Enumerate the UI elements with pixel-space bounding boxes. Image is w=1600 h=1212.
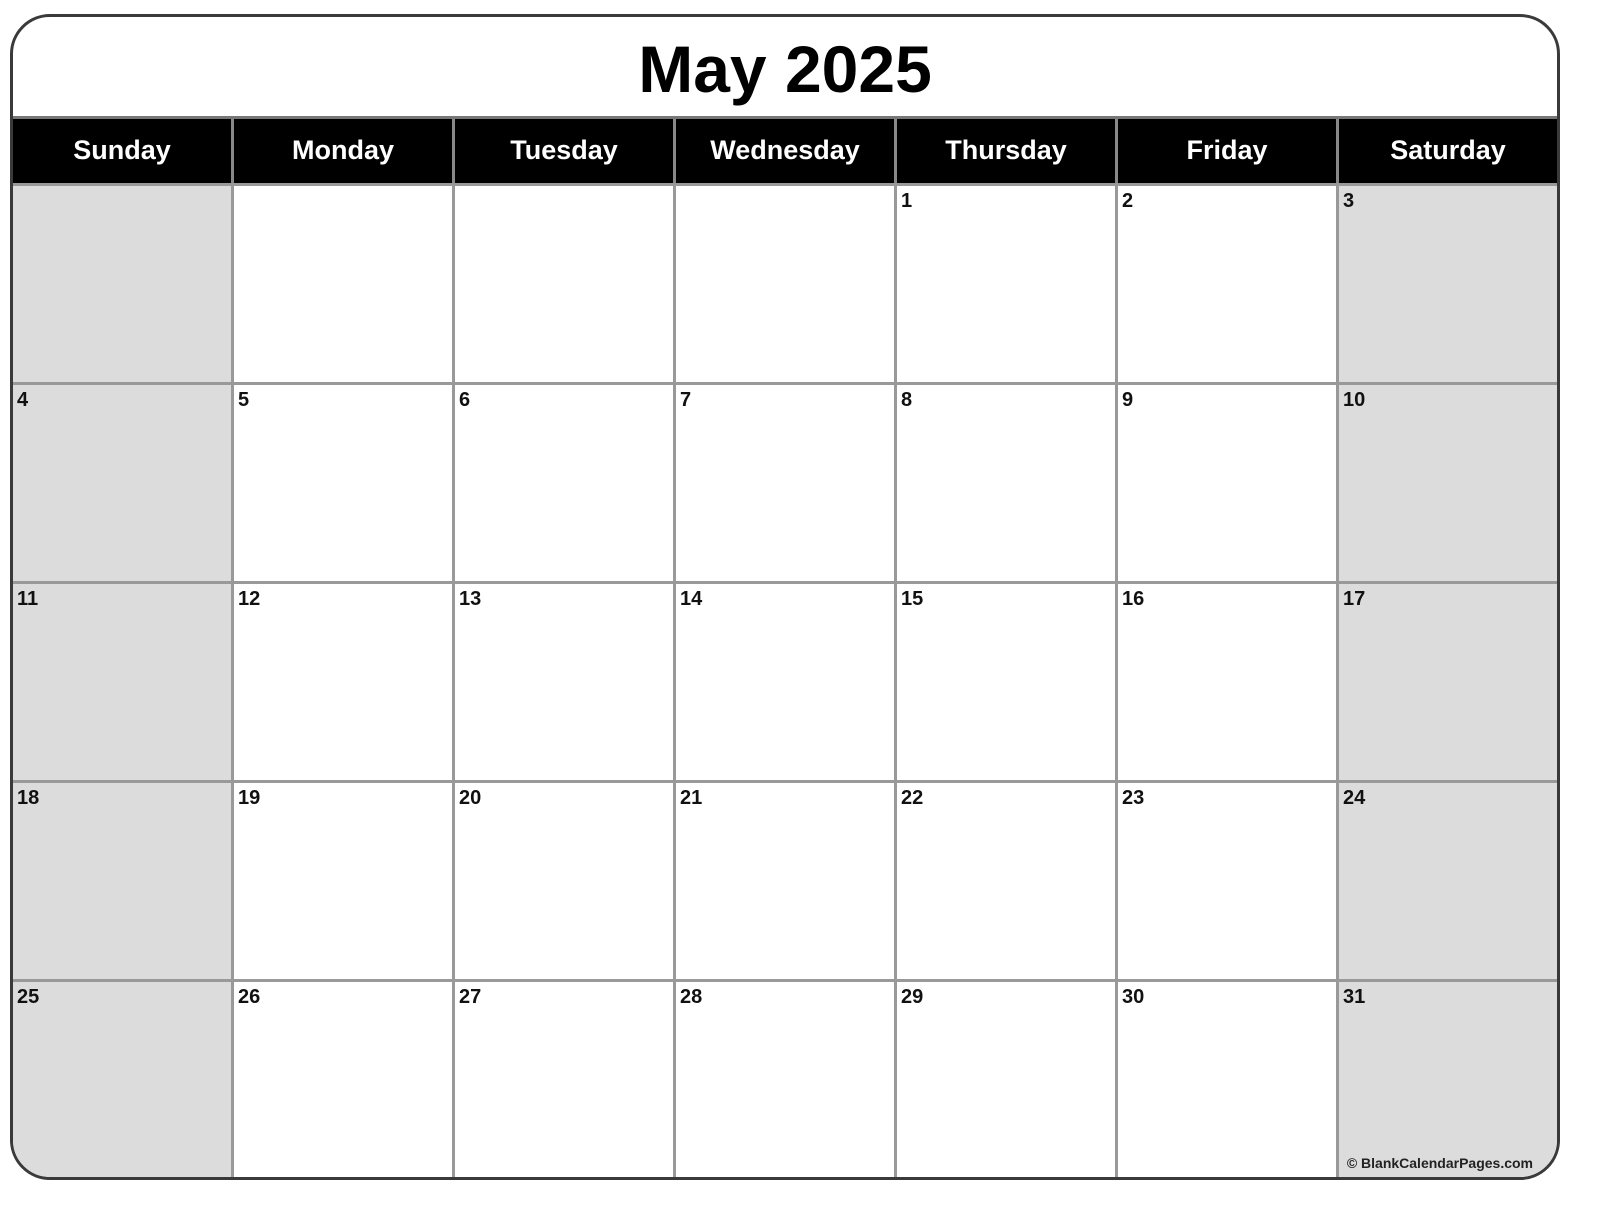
day-cell[interactable]: 22 — [894, 783, 1115, 979]
day-cell[interactable]: 5 — [231, 385, 452, 581]
weekday-saturday: Saturday — [1336, 119, 1557, 183]
week-row: 4 5 6 7 8 9 10 — [13, 382, 1557, 581]
day-cell[interactable]: 6 — [452, 385, 673, 581]
day-cell[interactable]: 28 — [673, 982, 894, 1177]
day-number: 9 — [1122, 389, 1134, 411]
day-number: 24 — [1343, 787, 1366, 809]
day-cell[interactable]: 24 — [1336, 783, 1557, 979]
day-number: 6 — [459, 389, 471, 411]
day-number: 10 — [1343, 389, 1366, 411]
day-number: 26 — [238, 986, 261, 1008]
day-number: 18 — [17, 787, 40, 809]
day-cell[interactable] — [452, 186, 673, 382]
day-number: 31 — [1343, 986, 1366, 1008]
day-number: 20 — [459, 787, 482, 809]
day-number: 17 — [1343, 588, 1366, 610]
day-number: 1 — [901, 190, 913, 212]
day-number: 25 — [17, 986, 40, 1008]
day-number: 2 — [1122, 190, 1134, 212]
day-number: 22 — [901, 787, 924, 809]
day-cell[interactable] — [231, 186, 452, 382]
day-number: 12 — [238, 588, 261, 610]
calendar-title: May 2025 — [638, 32, 932, 106]
day-cell[interactable]: 10 — [1336, 385, 1557, 581]
day-number: 8 — [901, 389, 913, 411]
day-number: 29 — [901, 986, 924, 1008]
week-row: 18 19 20 21 22 23 24 — [13, 780, 1557, 979]
day-cell[interactable]: 1 — [894, 186, 1115, 382]
day-cell[interactable]: 20 — [452, 783, 673, 979]
day-cell[interactable] — [673, 186, 894, 382]
copyright-credit: © BlankCalendarPages.com — [1346, 1155, 1533, 1171]
day-cell[interactable] — [13, 186, 231, 382]
day-cell[interactable]: 14 — [673, 584, 894, 780]
day-number: 4 — [17, 389, 29, 411]
day-number: 27 — [459, 986, 482, 1008]
day-cell[interactable]: 4 — [13, 385, 231, 581]
day-number: 3 — [1343, 190, 1355, 212]
day-cell[interactable]: 18 — [13, 783, 231, 979]
day-cell[interactable]: 29 — [894, 982, 1115, 1177]
weekday-friday: Friday — [1115, 119, 1336, 183]
day-cell[interactable]: 30 — [1115, 982, 1336, 1177]
day-number: 14 — [680, 588, 703, 610]
day-cell[interactable]: 31 — [1336, 982, 1557, 1177]
calendar-frame: May 2025 Sunday Monday Tuesday Wednesday… — [10, 14, 1560, 1180]
day-number: 19 — [238, 787, 261, 809]
weekday-wednesday: Wednesday — [673, 119, 894, 183]
day-cell[interactable]: 25 — [13, 982, 231, 1177]
day-cell[interactable]: 11 — [13, 584, 231, 780]
day-number: 15 — [901, 588, 924, 610]
day-cell[interactable]: 13 — [452, 584, 673, 780]
day-number: 21 — [680, 787, 703, 809]
day-number: 28 — [680, 986, 703, 1008]
day-number: 7 — [680, 389, 692, 411]
day-number: 11 — [17, 588, 39, 610]
day-cell[interactable]: 16 — [1115, 584, 1336, 780]
week-row: 11 12 13 14 15 16 17 — [13, 581, 1557, 780]
day-cell[interactable]: 9 — [1115, 385, 1336, 581]
day-cell[interactable]: 8 — [894, 385, 1115, 581]
weekday-monday: Monday — [231, 119, 452, 183]
day-cell[interactable]: 7 — [673, 385, 894, 581]
day-cell[interactable]: 3 — [1336, 186, 1557, 382]
weekday-thursday: Thursday — [894, 119, 1115, 183]
day-cell[interactable]: 23 — [1115, 783, 1336, 979]
day-cell[interactable]: 17 — [1336, 584, 1557, 780]
calendar-grid: Sunday Monday Tuesday Wednesday Thursday… — [13, 116, 1557, 1177]
day-number: 5 — [238, 389, 250, 411]
day-cell[interactable]: 26 — [231, 982, 452, 1177]
day-number: 13 — [459, 588, 482, 610]
day-cell[interactable]: 15 — [894, 584, 1115, 780]
day-cell[interactable]: 21 — [673, 783, 894, 979]
week-row: 25 26 27 28 29 30 31 — [13, 979, 1557, 1177]
day-cell[interactable]: 2 — [1115, 186, 1336, 382]
day-cell[interactable]: 12 — [231, 584, 452, 780]
weekday-sunday: Sunday — [73, 135, 171, 165]
week-row: 1 2 3 — [13, 183, 1557, 382]
day-number: 23 — [1122, 787, 1145, 809]
weekday-tuesday: Tuesday — [452, 119, 673, 183]
weekday-header-row: Sunday Monday Tuesday Wednesday Thursday… — [13, 116, 1557, 183]
day-number: 16 — [1122, 588, 1145, 610]
day-cell[interactable]: 27 — [452, 982, 673, 1177]
day-number: 30 — [1122, 986, 1145, 1008]
day-cell[interactable]: 19 — [231, 783, 452, 979]
